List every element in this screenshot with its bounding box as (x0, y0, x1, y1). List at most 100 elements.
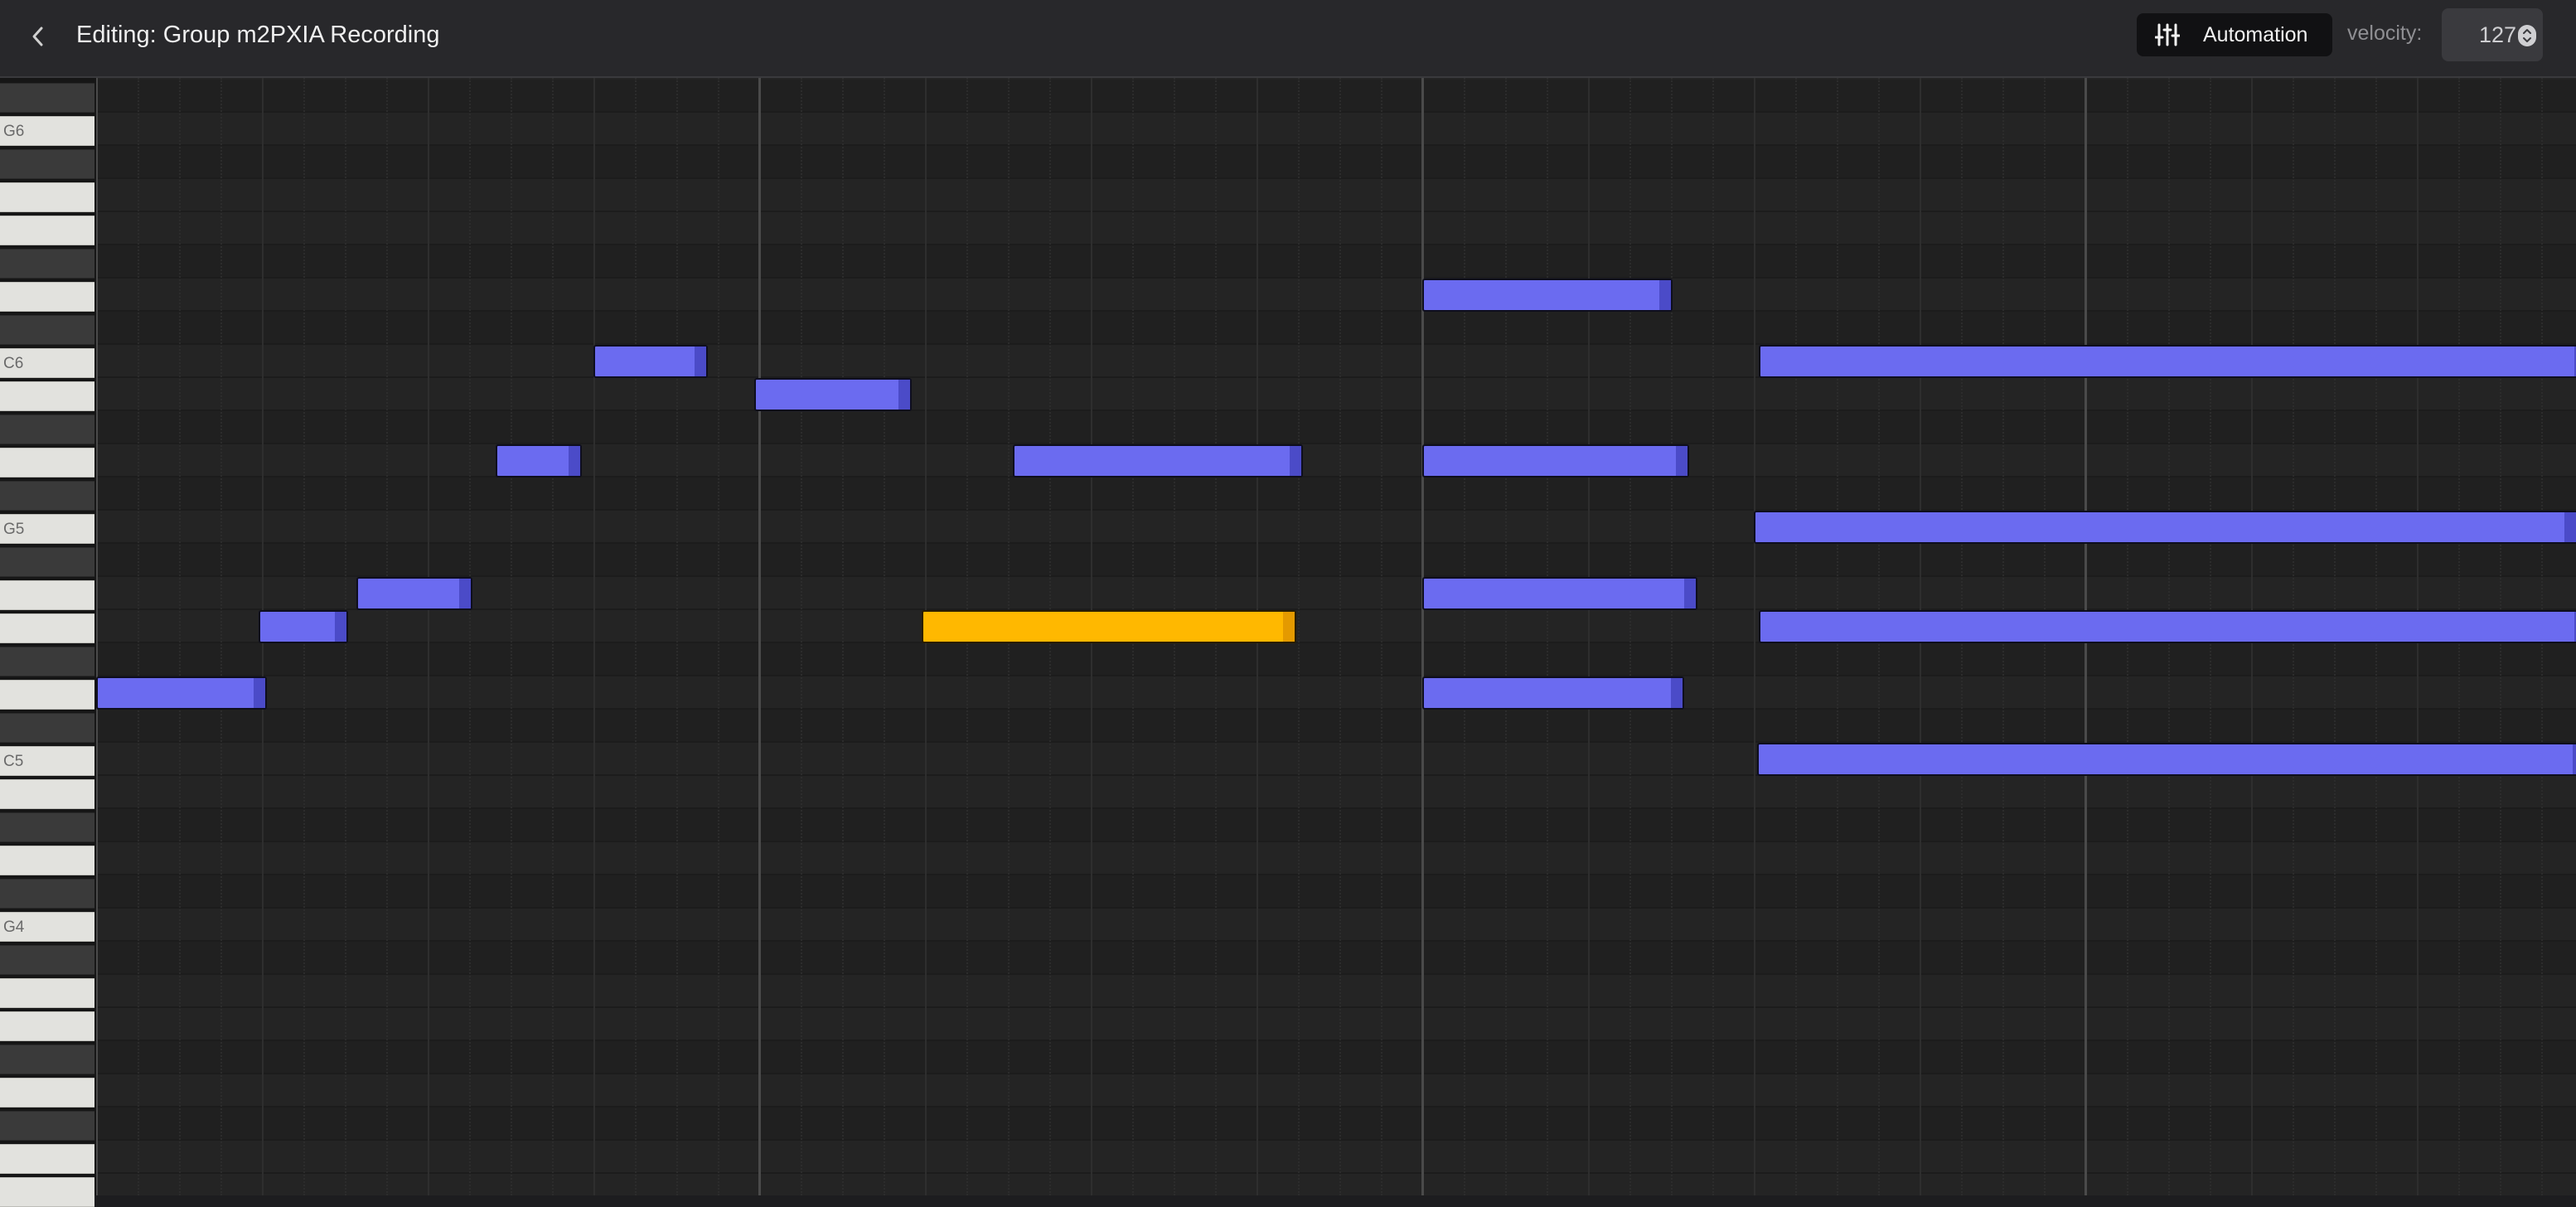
note-resize-handle[interactable] (254, 678, 265, 708)
piano-key-e6[interactable] (0, 216, 94, 245)
subdivision-line (220, 78, 222, 1195)
piano-key-cs4[interactable] (0, 1111, 94, 1141)
note-resize-handle[interactable] (1290, 446, 1301, 476)
note-resize-handle[interactable] (2564, 512, 2576, 542)
editor-header: Editing: Group m2PXIA Recording Automati… (0, 0, 2576, 78)
midi-note[interactable] (1422, 444, 1689, 477)
subdivision-line (1339, 78, 1341, 1195)
note-resize-handle[interactable] (1659, 280, 1671, 310)
back-button[interactable] (22, 20, 55, 53)
bar-line (758, 78, 761, 1195)
piano-key-fs5[interactable] (0, 547, 94, 577)
midi-note[interactable] (1759, 345, 2576, 378)
note-resize-handle[interactable] (1283, 612, 1295, 642)
subdivision-line (1298, 78, 1300, 1195)
grid-row (96, 279, 2576, 312)
piano-key-c5[interactable]: C5 (0, 746, 94, 776)
velocity-stepper[interactable] (2518, 25, 2536, 46)
note-resize-handle[interactable] (1684, 579, 1696, 608)
piano-key-e4[interactable] (0, 1011, 94, 1041)
piano-key-a4[interactable] (0, 846, 94, 875)
midi-note[interactable] (259, 610, 348, 643)
octave-label: C5 (3, 753, 24, 770)
midi-note[interactable] (1754, 511, 2576, 544)
grid-row (96, 146, 2576, 179)
midi-note[interactable] (496, 444, 582, 477)
piano-key-d6[interactable] (0, 282, 94, 312)
subdivision-line (1629, 78, 1631, 1195)
midi-note[interactable] (356, 577, 472, 610)
piano-key-c6[interactable]: C6 (0, 348, 94, 378)
note-resize-handle[interactable] (2573, 744, 2576, 774)
velocity-input[interactable] (2442, 8, 2516, 61)
midi-note-selected[interactable] (922, 610, 1296, 643)
midi-note[interactable] (1422, 577, 1697, 610)
grid-row (96, 1008, 2576, 1041)
grid-row (96, 975, 2576, 1008)
note-resize-handle[interactable] (335, 612, 346, 642)
note-resize-handle[interactable] (695, 347, 706, 376)
subdivision-line (676, 78, 678, 1195)
subdivision-line (801, 78, 802, 1195)
grid-row (96, 942, 2576, 975)
midi-note[interactable] (1013, 444, 1303, 477)
grid-row (96, 776, 2576, 809)
velocity-label: velocity: (2347, 22, 2423, 45)
note-resize-handle[interactable] (898, 380, 910, 410)
piano-key-e5[interactable] (0, 613, 94, 643)
piano-key-b4[interactable] (0, 779, 94, 809)
midi-note[interactable] (96, 676, 267, 710)
note-resize-handle[interactable] (1676, 446, 1687, 476)
midi-note[interactable] (593, 345, 708, 378)
stepper-arrows-icon (2523, 29, 2531, 42)
subdivision-line (179, 78, 181, 1195)
piano-key-c4[interactable] (0, 1144, 94, 1174)
subdivision-line (842, 78, 844, 1195)
sliders-icon (2155, 22, 2180, 47)
subdivision-line (884, 78, 885, 1195)
grid-row (96, 477, 2576, 511)
midi-note[interactable] (1759, 610, 2576, 643)
piano-key-gs6[interactable] (0, 83, 94, 113)
piano-key-cs6[interactable] (0, 315, 94, 345)
grid-row (96, 544, 2576, 577)
midi-note[interactable] (1422, 279, 1673, 312)
piano-key-as5[interactable] (0, 414, 94, 444)
piano-key-g6[interactable]: G6 (0, 116, 94, 146)
note-resize-handle[interactable] (1671, 678, 1683, 708)
piano-key-fs6[interactable] (0, 149, 94, 179)
piano-key-gs4[interactable] (0, 879, 94, 909)
piano-key-b5[interactable] (0, 381, 94, 411)
piano-key-f6[interactable] (0, 182, 94, 212)
midi-note[interactable] (1757, 743, 2576, 776)
subdivision-line (1505, 78, 1507, 1195)
grid-row (96, 179, 2576, 212)
piano-key-d5[interactable] (0, 680, 94, 710)
piano-key-fs4[interactable] (0, 945, 94, 975)
note-grid[interactable] (96, 78, 2576, 1195)
piano-key-ds5[interactable] (0, 647, 94, 676)
piano-key-g4[interactable]: G4 (0, 912, 94, 942)
beat-line (1588, 78, 1590, 1195)
piano-key-gs5[interactable] (0, 481, 94, 511)
piano-key-f5[interactable] (0, 580, 94, 610)
grid-row (96, 378, 2576, 411)
grid-row (96, 1174, 2576, 1195)
grid-row (96, 1074, 2576, 1108)
piano-key-f4[interactable] (0, 978, 94, 1008)
piano-key-as4[interactable] (0, 812, 94, 842)
note-resize-handle[interactable] (569, 446, 580, 476)
piano-key-ds6[interactable] (0, 249, 94, 279)
automation-button[interactable]: Automation (2137, 13, 2332, 56)
piano-key-a5[interactable] (0, 448, 94, 477)
velocity-field[interactable] (2442, 8, 2543, 61)
midi-note[interactable] (1422, 676, 1684, 710)
piano-key-g5[interactable]: G5 (0, 514, 94, 544)
note-resize-handle[interactable] (459, 579, 471, 608)
piano-key-ds4[interactable] (0, 1045, 94, 1074)
piano-key-d4[interactable] (0, 1078, 94, 1108)
midi-note[interactable] (754, 378, 912, 411)
piano-key-cs5[interactable] (0, 713, 94, 743)
piano-key-b3[interactable] (0, 1177, 94, 1207)
grid-row (96, 809, 2576, 842)
